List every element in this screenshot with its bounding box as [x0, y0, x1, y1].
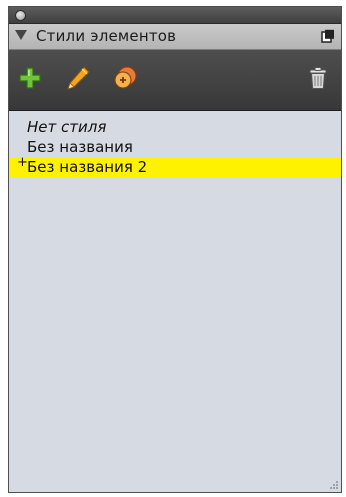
- plus-icon: [19, 67, 41, 89]
- collapse-triangle-icon[interactable]: [15, 30, 27, 40]
- panel-titlebar[interactable]: [9, 7, 341, 24]
- panel-toolbar: [9, 50, 341, 111]
- delete-style-button[interactable]: [305, 65, 331, 91]
- edit-style-button[interactable]: [65, 65, 91, 91]
- new-style-button[interactable]: [17, 65, 43, 91]
- panel-header: Стили элементов: [9, 24, 341, 50]
- list-item-no-style[interactable]: Нет стиля: [9, 117, 341, 137]
- panel-menu-icon[interactable]: [321, 29, 335, 43]
- list-item-label: Без названия: [27, 138, 133, 156]
- close-button[interactable]: [15, 10, 26, 21]
- modified-marker: +: [17, 155, 28, 170]
- element-styles-panel: Стили элементов Нет стиля Без названия +…: [8, 6, 342, 493]
- duplicate-style-button[interactable]: [113, 65, 139, 91]
- trash-icon: [309, 67, 327, 89]
- duplicate-icon: [114, 66, 137, 89]
- list-item-label: Нет стиля: [27, 118, 107, 136]
- pencil-icon: [67, 66, 90, 90]
- list-item-untitled[interactable]: Без названия: [9, 137, 341, 157]
- list-item-untitled-2[interactable]: + Без названия 2: [9, 155, 341, 177]
- list-item-label: Без названия 2: [27, 158, 148, 176]
- panel-title: Стили элементов: [36, 27, 177, 45]
- styles-list[interactable]: Нет стиля Без названия + Без названия 2: [9, 111, 341, 492]
- resize-grip-icon[interactable]: [329, 480, 339, 490]
